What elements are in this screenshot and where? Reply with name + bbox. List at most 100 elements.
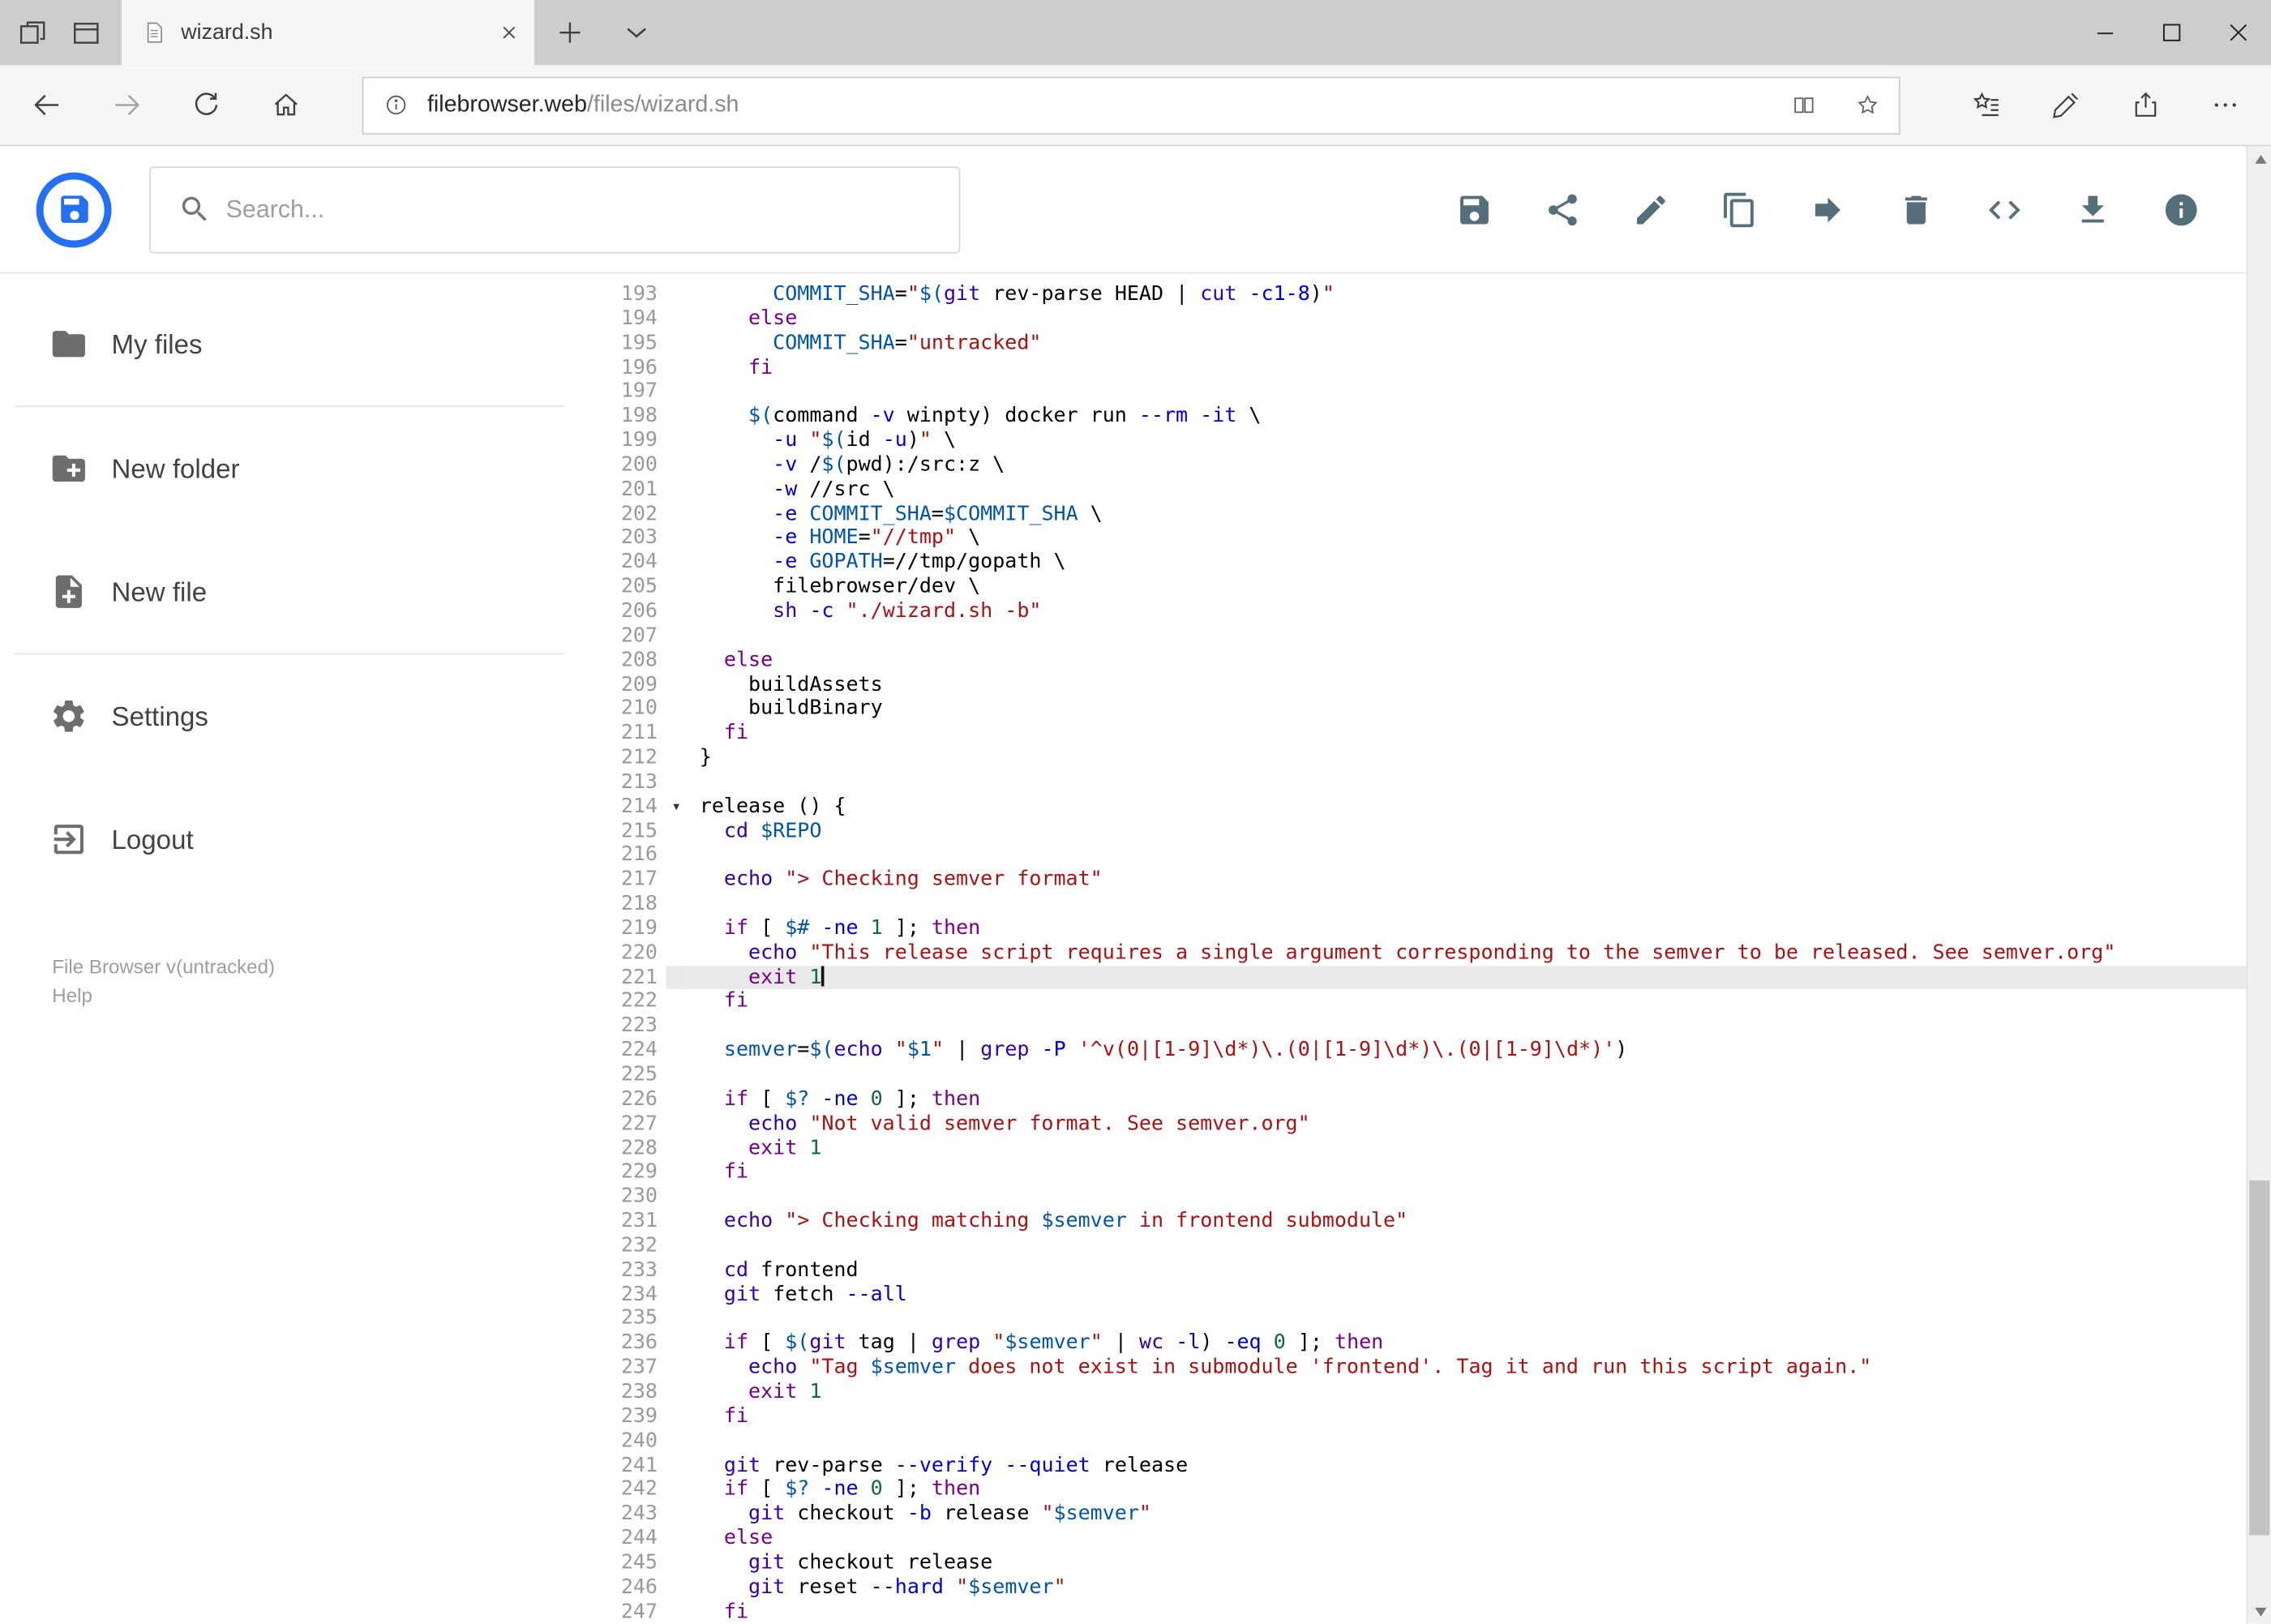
code-line[interactable]: 204 -e GOPATH=//tmp/gopath \ [580,551,2271,575]
more-options-icon[interactable] [2186,65,2265,144]
code-line[interactable]: 202 -e COMMIT_SHA=$COMMIT_SHA \ [580,502,2271,526]
web-note-icon[interactable] [2026,65,2106,144]
code-line[interactable]: 217 echo "> Checking semver format" [580,868,2271,892]
code-line[interactable]: 237 echo "Tag $semver does not exist in … [580,1356,2271,1380]
code-line[interactable]: 243 git checkout -b release "$semver" [580,1502,2271,1527]
active-tab[interactable]: wizard.sh [122,0,535,66]
code-line[interactable]: 197 [580,380,2271,405]
code-line[interactable]: 193 COMMIT_SHA="$(git rev-parse HEAD | c… [580,282,2271,306]
code-line[interactable]: 209 buildAssets [580,673,2271,697]
code-line[interactable]: 200 -v /$(pwd):/src:z \ [580,453,2271,478]
code-line[interactable]: 216 [580,843,2271,868]
search-box[interactable] [148,165,961,253]
forward-button[interactable] [87,65,166,144]
edit-button[interactable] [1619,178,1683,242]
code-line[interactable]: 246 git reset --hard "$semver" [580,1575,2271,1600]
site-info-icon[interactable] [363,92,427,117]
minimize-button[interactable] [2071,0,2137,65]
code-line[interactable]: 229 fi [580,1161,2271,1185]
code-line[interactable]: 198 $(command -v winpty) docker run --rm… [580,405,2271,429]
code-line[interactable]: 226 if [ $? -ne 0 ]; then [580,1087,2271,1112]
code-line[interactable]: 221 exit 1 [580,965,2271,990]
fold-marker-icon[interactable]: ▾ [666,795,687,819]
code-line[interactable]: 224 semver=$(echo "$1" | grep -P '^v(0|[… [580,1039,2271,1063]
code-line[interactable]: 194 else [580,306,2271,331]
filebrowser-logo[interactable] [36,171,112,247]
close-window-button[interactable] [2205,0,2271,65]
code-line[interactable]: 240 [580,1429,2271,1454]
code-line[interactable]: 228 exit 1 [580,1136,2271,1160]
code-line[interactable]: 215 cd $REPO [580,819,2271,843]
code-line[interactable]: 239 fi [580,1404,2271,1429]
code-line[interactable]: 219 if [ $# -ne 1 ]; then [580,917,2271,941]
code-line[interactable]: 222 fi [580,990,2271,1014]
set-tabs-aside-icon[interactable] [17,17,48,48]
scroll-down-arrow-icon[interactable] [2247,1599,2271,1623]
code-line[interactable]: 238 exit 1 [580,1380,2271,1404]
copy-button[interactable] [1708,178,1772,242]
code-line[interactable]: 201 -w //src \ [580,478,2271,502]
sidebar-item-logout[interactable]: Logout [0,778,580,901]
share-icon[interactable] [2106,65,2185,144]
code-view-button[interactable] [1973,178,2037,242]
code-line[interactable]: 223 [580,1014,2271,1039]
share-button[interactable] [1531,178,1595,242]
code-line[interactable]: 236 if [ $(git tag | grep "$semver" | wc… [580,1331,2271,1356]
code-line[interactable]: 241 git rev-parse --verify --quiet relea… [580,1454,2271,1478]
sidebar-item-my-files[interactable]: My files [0,282,580,405]
code-line[interactable]: 208 else [580,649,2271,673]
code-line[interactable]: 234 git fetch --all [580,1283,2271,1307]
info-button[interactable] [2149,178,2213,242]
save-button[interactable] [1442,178,1506,242]
code-line[interactable]: 230 [580,1185,2271,1210]
hub-icon[interactable] [1947,65,2026,144]
new-tab-button[interactable] [534,0,604,65]
code-line[interactable]: 235 [580,1307,2271,1331]
code-line[interactable]: 199 -u "$(id -u)" \ [580,429,2271,453]
code-line[interactable]: 212} [580,746,2271,770]
help-link[interactable]: Help [52,982,579,1011]
tab-close-icon[interactable] [499,22,521,44]
code-line[interactable]: 227 echo "Not valid semver format. See s… [580,1112,2271,1136]
download-button[interactable] [2061,178,2125,242]
sidebar-item-new-file[interactable]: New file [0,530,580,653]
code-line[interactable]: 245 git checkout release [580,1551,2271,1575]
code-line[interactable]: 207 [580,624,2271,649]
refresh-button[interactable] [166,65,246,144]
favorite-star-icon[interactable] [1835,92,1899,117]
code-line[interactable]: 214 ▾ release () { [580,795,2271,819]
code-line[interactable]: 206 sh -c "./wizard.sh -b" [580,599,2271,623]
sidebar-item-settings[interactable]: Settings [0,654,580,778]
code-line[interactable]: 244 else [580,1527,2271,1551]
reading-view-icon[interactable] [1772,92,1836,117]
address-bar[interactable]: filebrowser.web/files/wizard.sh [362,75,1900,135]
code-line[interactable]: 205 filebrowser/dev \ [580,575,2271,599]
back-button[interactable] [7,65,87,144]
tab-preview-icon[interactable] [71,17,102,48]
tab-list-chevron-icon[interactable] [604,0,668,65]
code-line[interactable]: 210 buildBinary [580,697,2271,722]
code-line[interactable]: 218 [580,893,2271,917]
code-line[interactable]: 233 cd frontend [580,1258,2271,1283]
code-line[interactable]: 196 fi [580,356,2271,380]
code-line[interactable]: 220 echo "This release script requires a… [580,941,2271,966]
code-line[interactable]: 195 COMMIT_SHA="untracked" [580,332,2271,356]
code-line[interactable]: 203 -e HOME="//tmp" \ [580,526,2271,551]
sidebar-item-new-folder[interactable]: New folder [0,407,580,530]
scrollbar-thumb[interactable] [2249,1180,2270,1536]
move-button[interactable] [1796,178,1860,242]
code-editor[interactable]: 193 COMMIT_SHA="$(git rev-parse HEAD | c… [579,273,2271,1622]
home-button[interactable] [246,65,326,144]
code-line[interactable]: 231 echo "> Checking matching $semver in… [580,1210,2271,1234]
scroll-up-arrow-icon[interactable] [2247,146,2271,170]
code-line[interactable]: 232 [580,1234,2271,1258]
code-line[interactable]: 211 fi [580,722,2271,746]
maximize-button[interactable] [2138,0,2205,65]
page-scrollbar[interactable] [2246,146,2271,1624]
delete-button[interactable] [1884,178,1948,242]
code-line[interactable]: 242 if [ $? -ne 0 ]; then [580,1478,2271,1502]
code-line[interactable]: 213 [580,770,2271,795]
code-line[interactable]: 225 [580,1063,2271,1087]
search-input[interactable] [225,195,948,224]
code-line[interactable]: 247 fi [580,1600,2271,1622]
